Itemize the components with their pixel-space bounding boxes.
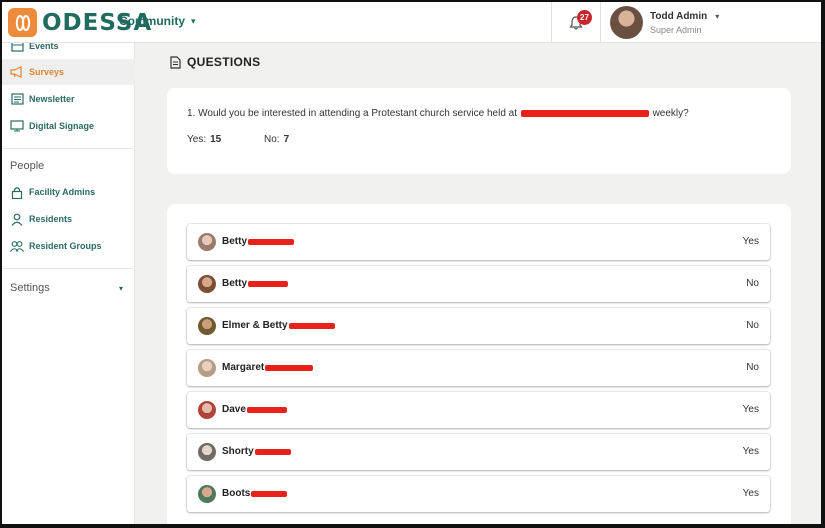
resident-avatar — [198, 485, 216, 503]
sidebar-divider — [2, 268, 135, 269]
resident-avatar — [198, 443, 216, 461]
chevron-down-icon: ▾ — [191, 15, 196, 26]
notifications-badge: 27 — [577, 10, 592, 25]
redaction-mark — [265, 364, 314, 371]
resident-name: Shorty — [222, 446, 254, 457]
response-answer: Yes — [742, 446, 759, 457]
document-icon — [170, 55, 181, 69]
redaction-mark — [520, 109, 649, 117]
redaction-mark — [248, 280, 289, 287]
app-window: ODESSA Community ▾ 27 Todd Admin ▾ Super… — [2, 2, 821, 524]
resident-name: Margaret — [222, 362, 265, 373]
person-icon — [10, 212, 24, 226]
redaction-mark — [288, 322, 335, 329]
lock-icon — [10, 185, 24, 199]
user-menu[interactable]: Todd Admin ▾ Super Admin — [610, 6, 719, 39]
redaction-mark — [248, 238, 295, 245]
sidebar-item-digital-signage[interactable]: Digital Signage — [2, 113, 135, 139]
no-count: 7 — [283, 134, 290, 145]
response-row[interactable]: Betty No — [187, 266, 770, 302]
newspaper-icon — [10, 92, 24, 106]
sidebar-item-label: Residents — [29, 214, 73, 224]
resident-name: Betty — [222, 278, 248, 289]
notifications-button[interactable]: 27 — [551, 2, 601, 43]
response-row[interactable]: Boots Yes — [187, 476, 770, 512]
response-answer: No — [746, 278, 759, 289]
sidebar-item-residents[interactable]: Residents — [2, 206, 135, 232]
resident-avatar — [198, 317, 216, 335]
resident-name: Elmer & Betty — [222, 320, 288, 331]
response-row[interactable]: Betty Yes — [187, 224, 770, 260]
response-answer: No — [746, 362, 759, 373]
response-answer: No — [746, 320, 759, 331]
resident-avatar — [198, 233, 216, 251]
resident-avatar — [198, 359, 216, 377]
yes-label: Yes: — [187, 134, 207, 145]
no-label: No: — [264, 134, 280, 145]
sidebar-item-label: Newsletter — [29, 94, 75, 104]
question-text-start: 1. Would you be interested in attending … — [187, 108, 518, 119]
logo-mark-icon — [8, 8, 37, 37]
sidebar-item-newsletter[interactable]: Newsletter — [2, 86, 135, 112]
chevron-down-icon: ▾ — [118, 283, 123, 293]
response-answer: Yes — [742, 488, 759, 499]
redaction-mark — [246, 406, 287, 413]
sidebar-item-facility-admins[interactable]: Facility Admins — [2, 179, 135, 205]
community-label: Community — [119, 14, 185, 28]
response-row[interactable]: Shorty Yes — [187, 434, 770, 470]
response-row[interactable]: Margaret No — [187, 350, 770, 386]
sidebar-item-settings[interactable]: Settings ▾ — [2, 275, 135, 301]
question-text: 1. Would you be interested in attending … — [187, 108, 689, 119]
sidebar-item-label: Surveys — [29, 67, 65, 77]
response-row[interactable]: Elmer & Betty No — [187, 308, 770, 344]
community-dropdown[interactable]: Community ▾ — [119, 14, 196, 28]
sidebar-item-label: Facility Admins — [29, 187, 96, 197]
sidebar-item-resident-groups[interactable]: Resident Groups — [2, 233, 135, 259]
page-title: QUESTIONS — [170, 55, 260, 69]
page-title-text: QUESTIONS — [187, 55, 261, 69]
monitor-icon — [10, 119, 24, 133]
sidebar-divider — [2, 148, 135, 149]
resident-avatar — [198, 275, 216, 293]
user-role: Super Admin — [650, 24, 702, 35]
redaction-mark — [254, 448, 291, 455]
response-row[interactable]: Dave Yes — [187, 392, 770, 428]
sidebar: Events Surveys Newsletter Digital Signag… — [2, 41, 135, 524]
sidebar-item-label: Digital Signage — [29, 121, 95, 131]
group-icon — [10, 239, 24, 253]
yes-tally: Yes: 15 — [187, 134, 221, 145]
resident-avatar — [198, 401, 216, 419]
response-answer: Yes — [742, 236, 759, 247]
question-card: 1. Would you be interested in attending … — [167, 88, 791, 174]
no-tally: No: 7 — [264, 134, 289, 145]
megaphone-icon — [10, 65, 24, 79]
sidebar-item-surveys[interactable]: Surveys — [2, 59, 135, 85]
caret-down-icon: ▾ — [715, 11, 720, 21]
resident-name: Dave — [222, 404, 246, 415]
yes-count: 15 — [210, 134, 222, 145]
user-avatar — [610, 6, 643, 39]
people-heading: People — [10, 160, 45, 172]
resident-name: Betty — [222, 236, 248, 247]
top-header: ODESSA Community ▾ 27 Todd Admin ▾ Super… — [2, 2, 821, 43]
response-answer: Yes — [742, 404, 759, 415]
redaction-mark — [251, 490, 288, 497]
resident-name: Boots — [222, 488, 251, 499]
sidebar-item-label: Settings — [10, 282, 50, 294]
sidebar-item-label: Resident Groups — [29, 241, 102, 251]
question-text-end: weekly? — [652, 108, 689, 119]
user-name: Todd Admin — [650, 10, 708, 22]
